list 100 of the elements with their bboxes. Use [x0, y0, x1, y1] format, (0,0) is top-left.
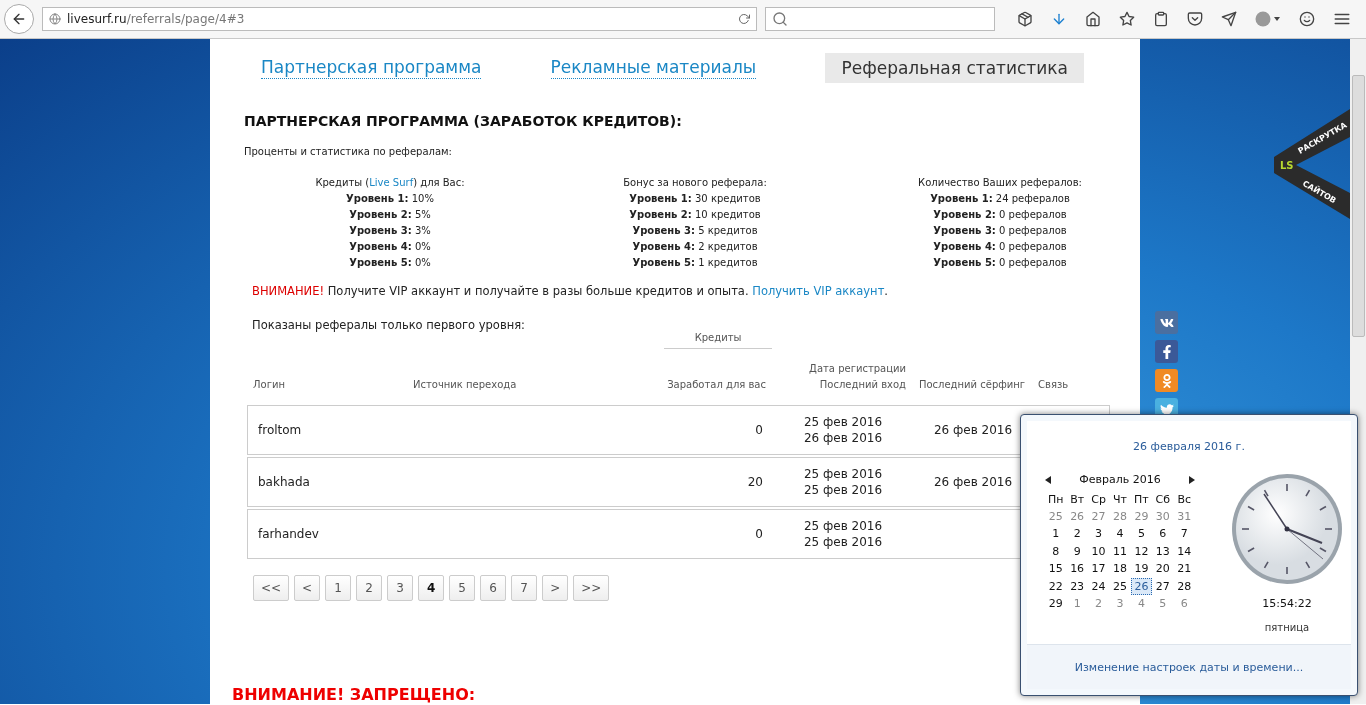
vip-link[interactable]: Получить VIP аккаунт — [752, 284, 885, 298]
calendar-day[interactable]: 3 — [1109, 595, 1131, 613]
page-button[interactable]: << — [253, 575, 290, 601]
page-button[interactable]: < — [294, 575, 321, 601]
level-line: Уровень 5: 0% — [349, 256, 431, 270]
package-icon[interactable] — [1017, 11, 1033, 27]
column-header: Связь — [1037, 378, 1070, 392]
forbidden-heading: ВНИМАНИЕ! ЗАПРЕЩЕНО: — [232, 685, 477, 704]
calendar-day[interactable]: 10 — [1087, 542, 1110, 560]
calendar-day[interactable]: 5 — [1130, 525, 1153, 543]
prev-month-button[interactable] — [1045, 475, 1051, 484]
calendar-day[interactable]: 23 — [1066, 577, 1088, 595]
page-button[interactable]: 2 — [356, 575, 383, 601]
section-heading: ПАРТНЕРСКАЯ ПРОГРАММА (ЗАРАБОТОК КРЕДИТОВ): — [244, 113, 683, 129]
url-host: livesurf.ru — [67, 12, 127, 26]
calendar-day[interactable]: 4 — [1109, 525, 1131, 543]
page-button[interactable]: > — [542, 575, 569, 601]
tab[interactable]: Партнерская программа — [261, 57, 482, 79]
weekday-label: Сб — [1154, 492, 1172, 508]
search-field[interactable] — [765, 7, 995, 31]
calendar-day[interactable]: 20 — [1152, 560, 1174, 578]
calendar-day[interactable]: 19 — [1130, 560, 1153, 578]
calendar-day[interactable]: 25 — [1109, 577, 1131, 595]
page-button[interactable]: 1 — [325, 575, 352, 601]
vk-icon[interactable] — [1155, 311, 1178, 334]
calendar-day[interactable]: 1 — [1045, 525, 1067, 543]
home-icon[interactable] — [1085, 11, 1101, 27]
calendar-day[interactable]: 16 — [1066, 560, 1088, 578]
send-icon[interactable] — [1221, 11, 1237, 27]
calendar-day[interactable]: 13 — [1152, 542, 1174, 560]
weekday-label: Ср — [1090, 492, 1107, 508]
calendar-day[interactable]: 11 — [1109, 542, 1131, 560]
calendar-day[interactable]: 28 — [1109, 507, 1131, 525]
page-button[interactable]: 6 — [480, 575, 507, 601]
calendar-day[interactable]: 28 — [1173, 577, 1195, 595]
level-line: Уровень 4: 2 кредитов — [632, 240, 758, 254]
page-button[interactable]: 7 — [511, 575, 538, 601]
calendar-day[interactable]: 14 — [1173, 542, 1195, 560]
stats-title: Количество Ваших рефералов: — [918, 176, 1082, 190]
level-line: Уровень 4: 0% — [349, 240, 431, 254]
calendar-day[interactable]: 29 — [1045, 595, 1067, 613]
level-line: Уровень 1: 24 рефералов — [930, 192, 1070, 206]
download-icon[interactable] — [1051, 11, 1067, 27]
calendar-day[interactable]: 9 — [1066, 542, 1088, 560]
calendar-day[interactable]: 6 — [1173, 595, 1195, 613]
page-button[interactable]: 5 — [449, 575, 476, 601]
star-icon[interactable] — [1119, 11, 1135, 27]
tab[interactable]: Рекламные материалы — [550, 57, 757, 79]
calendar-day[interactable]: 4 — [1130, 595, 1153, 613]
next-month-button[interactable] — [1189, 475, 1195, 484]
address-field[interactable]: livesurf.ru/referrals/page/4#3 — [42, 7, 757, 31]
calendar-day[interactable]: 29 — [1130, 507, 1153, 525]
stats-title: Бонус за нового реферала: — [623, 176, 767, 190]
back-button[interactable] — [4, 4, 34, 34]
pocket-icon[interactable] — [1187, 11, 1203, 27]
calendar-day[interactable]: 17 — [1087, 560, 1110, 578]
live-surf-link[interactable]: Live Surf — [369, 177, 414, 188]
calendar-day[interactable]: 7 — [1173, 525, 1195, 543]
calendar-day[interactable]: 25 — [1045, 507, 1067, 525]
calendar-day[interactable]: 18 — [1109, 560, 1131, 578]
calendar-day[interactable]: 15 — [1045, 560, 1067, 578]
level-line: Уровень 5: 0 рефералов — [933, 256, 1067, 270]
date-title-link[interactable]: 26 февраля 2016 г. — [1133, 440, 1245, 453]
calendar-day[interactable]: 8 — [1045, 542, 1067, 560]
calendar-day[interactable]: 12 — [1130, 542, 1153, 560]
weekday-label: Пт — [1133, 492, 1150, 508]
calendar-day[interactable]: 24 — [1087, 577, 1110, 595]
calendar-day[interactable]: 2 — [1087, 595, 1110, 613]
dates-cell-text: 25 фев 2016 25 фев 2016 — [802, 466, 884, 498]
facebook-icon[interactable] — [1155, 340, 1178, 363]
search-icon — [772, 11, 788, 27]
calendar-day[interactable]: 27 — [1152, 577, 1174, 595]
smiley-icon[interactable] — [1299, 11, 1315, 27]
calendar-day[interactable]: 3 — [1087, 525, 1110, 543]
page-button[interactable]: 3 — [387, 575, 414, 601]
level-line: Уровень 4: 0 рефералов — [933, 240, 1067, 254]
calendar-day[interactable]: 26 — [1066, 507, 1088, 525]
earned-cell-text: 20 — [746, 474, 764, 490]
calendar-day[interactable]: 5 — [1152, 595, 1174, 613]
login-cell-text: bakhada — [257, 474, 311, 490]
vip-notice: ВНИМАНИЕ! Получите VIP аккаунт и получайте в разы больше кредитов и опыта. Получить VIP аккаунт. — [252, 284, 889, 298]
url-path: /referrals/page/4#3 — [126, 12, 246, 26]
month-title: Февраль 2016 — [1079, 473, 1161, 486]
reload-icon[interactable] — [738, 13, 750, 25]
calendar-day[interactable]: 1 — [1066, 595, 1088, 613]
calendar-day[interactable]: 30 — [1152, 507, 1174, 525]
calendar-day[interactable]: 22 — [1045, 577, 1067, 595]
tab[interactable]: Реферальная статистика — [825, 53, 1084, 83]
level-line: Уровень 3: 0 рефералов — [933, 224, 1067, 238]
calendar-day[interactable]: 27 — [1087, 507, 1110, 525]
page-button[interactable]: >> — [573, 575, 610, 601]
calendar-day[interactable]: 6 — [1152, 525, 1174, 543]
globe-icon — [49, 13, 61, 25]
odnoklassniki-icon[interactable] — [1155, 369, 1178, 392]
calendar-day[interactable]: 26 — [1130, 577, 1153, 595]
calendar-day[interactable]: 21 — [1173, 560, 1195, 578]
calendar-day[interactable]: 2 — [1066, 525, 1088, 543]
clipboard-icon[interactable] — [1153, 11, 1169, 27]
page-button[interactable]: 4 — [418, 575, 445, 601]
calendar-day[interactable]: 31 — [1173, 507, 1195, 525]
